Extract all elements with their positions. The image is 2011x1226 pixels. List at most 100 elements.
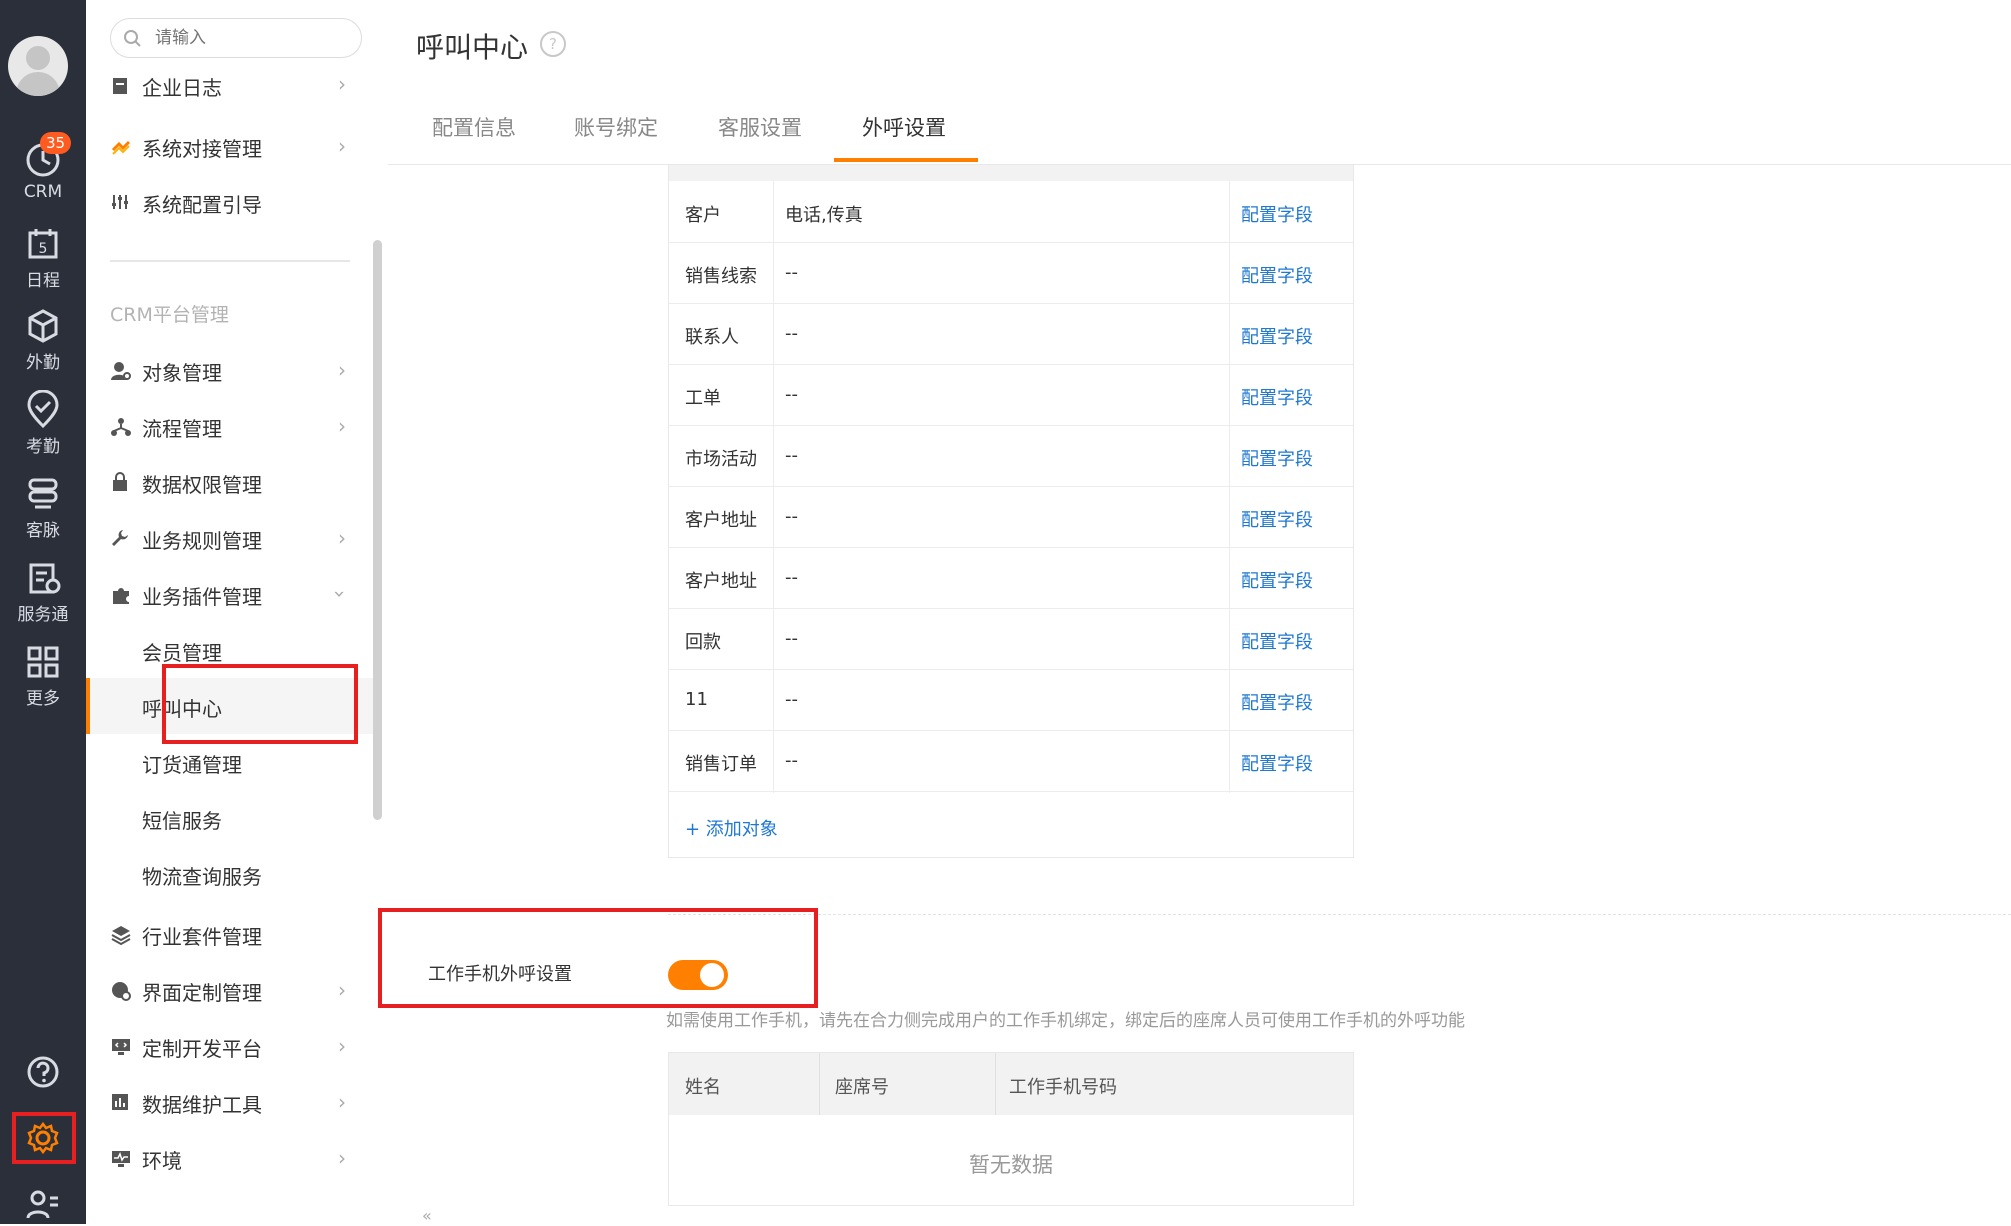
object-name: 11	[685, 689, 708, 710]
chevron-right-icon: ›	[338, 1146, 346, 1170]
config-field-link[interactable]: 配置字段	[1241, 262, 1313, 288]
settings-highlight-box	[12, 1112, 76, 1164]
object-fields: --	[785, 384, 798, 405]
menu-divider	[110, 260, 350, 262]
section-title-crm: CRM平台管理	[110, 304, 229, 326]
toggle-knob	[700, 963, 724, 987]
menu-item-process-management[interactable]: 流程管理 ›	[86, 398, 376, 454]
user-gear-icon	[111, 362, 131, 380]
integration-icon	[111, 140, 131, 155]
menu-item-enterprise-log[interactable]: 企业日志 ›	[86, 62, 376, 100]
tab-account-binding[interactable]: 账号绑定	[574, 112, 658, 142]
chevron-right-icon: ›	[338, 978, 346, 1002]
config-field-link[interactable]: 配置字段	[1241, 323, 1313, 349]
puzzle-icon	[113, 588, 129, 604]
search-box[interactable]	[110, 18, 362, 58]
config-field-link[interactable]: 配置字段	[1241, 384, 1313, 410]
rail-label-field: 外勤	[26, 353, 60, 373]
menu-item-business-rules[interactable]: 业务规则管理 ›	[86, 510, 376, 566]
avatar[interactable]	[8, 36, 68, 96]
rail-item-service[interactable]: 服务通	[0, 558, 86, 636]
chevron-right-icon: ›	[338, 358, 346, 382]
phone-table-header: 姓名 座席号 工作手机号码	[669, 1053, 1353, 1115]
menu-item-data-maintenance[interactable]: 数据维护工具 ›	[86, 1074, 376, 1130]
menu-item-config-guide[interactable]: 系统配置引导	[86, 174, 376, 230]
chevron-right-icon: ›	[338, 72, 346, 96]
search-icon	[124, 30, 141, 47]
add-object-button[interactable]: + 添加对象	[685, 815, 778, 841]
rail-item-field[interactable]: 外勤	[0, 306, 86, 384]
lock-icon	[113, 472, 127, 491]
object-name: 客户地址	[685, 510, 757, 531]
config-field-link[interactable]: 配置字段	[1241, 567, 1313, 593]
column-header-phone: 工作手机号码	[1009, 1077, 1117, 1098]
config-field-link[interactable]: 配置字段	[1241, 201, 1313, 227]
chevron-right-icon: ›	[338, 134, 346, 158]
menu-label-enterprise-log: 企业日志	[142, 76, 222, 100]
help-icon	[27, 1056, 59, 1088]
page-title: 呼叫中心	[416, 31, 529, 64]
column-header-seat: 座席号	[835, 1077, 889, 1098]
chevron-right-icon: ›	[338, 1034, 346, 1058]
menu-item-environment[interactable]: 环境 ›	[86, 1130, 376, 1186]
rail-user-list[interactable]	[0, 1186, 86, 1226]
rail-item-more[interactable]: 更多	[0, 642, 86, 720]
menu-label-config-guide: 系统配置引导	[142, 193, 262, 217]
rail-item-contacts[interactable]: 客脉	[0, 474, 86, 552]
menu-item-data-permission[interactable]: 数据权限管理	[86, 454, 376, 510]
phone-setting-toggle[interactable]	[668, 960, 728, 990]
tab-service-settings[interactable]: 客服设置	[718, 112, 802, 142]
rail-item-crm[interactable]: 35 CRM	[0, 132, 86, 218]
chevron-right-icon: ›	[338, 414, 346, 438]
table-row: 联系人 -- 配置字段	[669, 303, 1353, 365]
object-fields: --	[785, 567, 798, 588]
submenu-label-ordering: 订货通管理	[142, 753, 242, 777]
tab-outbound-settings[interactable]: 外呼设置	[862, 112, 946, 142]
search-input[interactable]	[153, 27, 347, 49]
submenu-item-sms[interactable]: 短信服务	[86, 790, 376, 846]
menu-item-custom-dev[interactable]: 定制开发平台 ›	[86, 1018, 376, 1074]
table-row: 客户地址 -- 配置字段	[669, 547, 1353, 609]
chevron-down-icon: ›	[328, 590, 352, 598]
object-name: 销售线索	[685, 266, 757, 287]
rail-item-schedule[interactable]: 5 日程	[0, 224, 86, 302]
rail-item-attendance[interactable]: 考勤	[0, 390, 86, 468]
phone-setting-label: 工作手机外呼设置	[428, 964, 572, 985]
tab-config-info[interactable]: 配置信息	[432, 112, 516, 142]
object-name: 回款	[685, 632, 721, 653]
log-icon	[113, 78, 127, 94]
location-check-icon	[27, 390, 59, 429]
config-field-link[interactable]: 配置字段	[1241, 689, 1313, 715]
menu-label-system-integration: 系统对接管理	[142, 137, 262, 161]
menu-label-environment: 环境	[142, 1149, 182, 1173]
help-icon[interactable]: ?	[540, 31, 566, 57]
menu-label-business-rules: 业务规则管理	[142, 529, 262, 553]
table-row: 客户 电话,传真 配置字段	[669, 181, 1353, 243]
menu-item-object-management[interactable]: 对象管理 ›	[86, 342, 376, 398]
rail-help[interactable]	[0, 1054, 86, 1094]
config-field-link[interactable]: 配置字段	[1241, 628, 1313, 654]
object-name: 客户	[685, 205, 721, 226]
config-field-link[interactable]: 配置字段	[1241, 750, 1313, 776]
menu-item-business-plugins[interactable]: 业务插件管理 ›	[86, 566, 376, 622]
main-content: 呼叫中心 ? 配置信息 账号绑定 客服设置 外呼设置 客户 电话,传真 配置字段 销…	[378, 0, 2011, 1224]
submenu-label-membership: 会员管理	[142, 641, 222, 665]
submenu-item-logistics[interactable]: 物流查询服务	[86, 846, 376, 902]
rail-label-attendance: 考勤	[26, 437, 60, 457]
wrench-icon	[112, 530, 128, 546]
call-center-highlight-box	[162, 664, 358, 744]
section-divider	[668, 914, 2011, 915]
menu-item-industry-suite[interactable]: 行业套件管理	[86, 906, 376, 962]
table-row: 销售订单 -- 配置字段	[669, 730, 1353, 792]
menu-label-data-maintenance: 数据维护工具	[142, 1093, 262, 1117]
menu-item-ui-customization[interactable]: 界面定制管理 ›	[86, 962, 376, 1018]
tab-bar: 配置信息 账号绑定 客服设置 外呼设置	[388, 100, 2011, 165]
menu-item-system-integration[interactable]: 系统对接管理 ›	[86, 118, 376, 174]
palette-gear-icon	[112, 982, 131, 1001]
phone-binding-table: 姓名 座席号 工作手机号码 暂无数据	[668, 1052, 1354, 1206]
config-field-link[interactable]: 配置字段	[1241, 445, 1313, 471]
calendar-icon: 5	[28, 229, 58, 259]
menu-scrollbar[interactable]	[373, 240, 382, 820]
config-field-link[interactable]: 配置字段	[1241, 506, 1313, 532]
column-header-name: 姓名	[685, 1077, 721, 1098]
